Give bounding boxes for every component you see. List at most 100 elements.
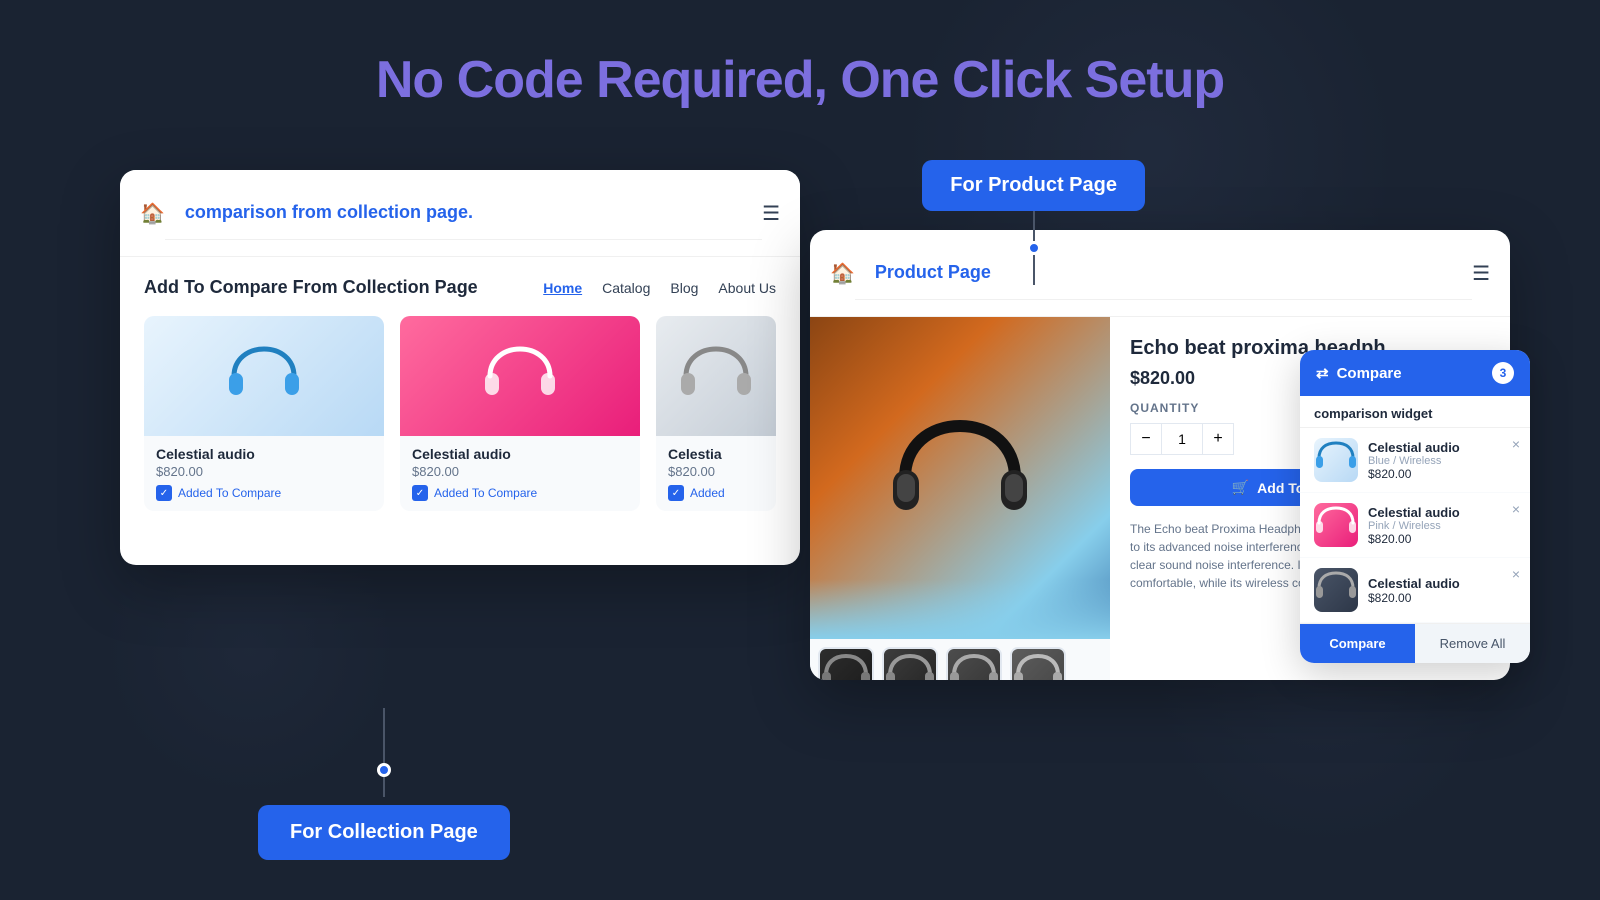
product-info-2: Celestial audio $820.00 Added To Compare — [400, 436, 640, 511]
main-content: 🏠 comparison from collection page. ☰ Add… — [0, 150, 1600, 870]
product-img-1 — [144, 316, 384, 436]
page-title: No Code Required, One Click Setup — [0, 50, 1600, 110]
compare-widget: ⇄ Compare 3 comparison widget Celestial … — [1300, 350, 1530, 663]
product-name-1: Celestial audio — [156, 446, 372, 462]
compare-item-name-3: Celestial audio — [1368, 576, 1460, 591]
thumb-2[interactable] — [882, 647, 938, 680]
thumb-headphone-1 — [820, 649, 872, 680]
connector-line-product-bottom2 — [1033, 255, 1035, 285]
product-name-3: Celestia — [668, 446, 764, 462]
headphone-icon-white — [676, 341, 756, 411]
compare-headphone-icon-2 — [1314, 503, 1358, 543]
cart-icon: 🛒 — [1232, 479, 1249, 496]
thumb-headphone-2 — [884, 649, 936, 680]
connector-dot-product — [1027, 241, 1041, 255]
collection-page-card: 🏠 comparison from collection page. ☰ Add… — [120, 170, 800, 565]
product-price-1: $820.00 — [156, 464, 372, 479]
nav-link-about[interactable]: About Us — [718, 280, 776, 296]
title-plain: No Code Required, One — [376, 51, 952, 109]
thumb-headphone-4 — [1012, 649, 1064, 680]
compare-widget-footer: Compare Remove All — [1300, 623, 1530, 663]
nav-link-blog[interactable]: Blog — [670, 280, 698, 296]
compare-item-info-3: Celestial audio $820.00 — [1368, 576, 1460, 605]
collection-nav-links: Home Catalog Blog About Us — [543, 280, 776, 296]
compare-item-img-2 — [1314, 503, 1358, 547]
nav-link-catalog[interactable]: Catalog — [602, 280, 650, 296]
compare-item-close-3[interactable]: × — [1512, 566, 1520, 582]
connector-line-product-bottom — [1033, 211, 1035, 241]
product-hero-image — [810, 317, 1110, 639]
compare-item-close-2[interactable]: × — [1512, 501, 1520, 517]
collection-product-2: Celestial audio $820.00 Added To Compare — [400, 316, 640, 511]
thumb-4[interactable] — [1010, 647, 1066, 680]
headphone-icon-pink — [480, 341, 560, 411]
quantity-decrease-btn[interactable]: − — [1130, 423, 1162, 455]
product-price-2: $820.00 — [412, 464, 628, 479]
compare-check-1 — [156, 485, 172, 501]
collection-card-body: Add To Compare From Collection Page Home… — [120, 257, 800, 531]
compare-item-variant-2: Pink / Wireless — [1368, 520, 1460, 532]
product-hamburger-icon[interactable]: ☰ — [1472, 261, 1490, 286]
connector-dot-collection — [377, 763, 391, 777]
cw-compare-button[interactable]: Compare — [1300, 624, 1415, 663]
compare-item-name-1: Celestial audio — [1368, 440, 1460, 455]
page-header: No Code Required, One Click Setup — [0, 0, 1600, 150]
compare-widget-title: comparison widget — [1300, 396, 1530, 428]
collection-navbar-title: comparison from collection page. — [165, 186, 762, 240]
cw-remove-all-button[interactable]: Remove All — [1415, 624, 1530, 663]
compare-item-info-2: Celestial audio Pink / Wireless $820.00 — [1368, 505, 1460, 546]
product-img-2 — [400, 316, 640, 436]
collection-inner-header: Add To Compare From Collection Page Home… — [144, 277, 776, 298]
compare-item-name-2: Celestial audio — [1368, 505, 1460, 520]
compare-badge-3: Added — [668, 485, 764, 501]
compare-item-price-3: $820.00 — [1368, 591, 1460, 605]
compare-badge-2: Added To Compare — [412, 485, 628, 501]
compare-item-price-1: $820.00 — [1368, 467, 1460, 481]
compare-item-variant-1: Blue / Wireless — [1368, 455, 1460, 467]
quantity-increase-btn[interactable]: + — [1202, 423, 1234, 455]
collection-inner-title: Add To Compare From Collection Page — [144, 277, 478, 298]
compare-headphone-icon-1 — [1314, 438, 1358, 478]
connector-line-collection-top — [383, 708, 385, 763]
product-home-icon[interactable]: 🏠 — [830, 261, 855, 286]
product-name-2: Celestial audio — [412, 446, 628, 462]
compare-item-1: Celestial audio Blue / Wireless $820.00 … — [1300, 428, 1530, 493]
nav-link-home[interactable]: Home — [543, 280, 582, 296]
product-navbar: 🏠 Product Page ☰ — [810, 230, 1510, 317]
compare-item-img-3 — [1314, 568, 1358, 612]
compare-item-2: Celestial audio Pink / Wireless $820.00 … — [1300, 493, 1530, 558]
collection-page-button[interactable]: For Collection Page — [258, 805, 510, 860]
compare-widget-btn[interactable]: ⇄ Compare 3 — [1300, 350, 1530, 396]
compare-check-3 — [668, 485, 684, 501]
compare-count-badge: 3 — [1492, 362, 1514, 384]
compare-btn-label: Compare — [1337, 365, 1402, 382]
thumb-3[interactable] — [946, 647, 1002, 680]
hamburger-icon[interactable]: ☰ — [762, 201, 780, 226]
quantity-value: 1 — [1162, 423, 1202, 455]
compare-item-info-1: Celestial audio Blue / Wireless $820.00 — [1368, 440, 1460, 481]
thumb-1[interactable] — [818, 647, 874, 680]
title-highlight: Click Setup — [952, 51, 1224, 109]
collection-product-grid: Celestial audio $820.00 Added To Compare — [144, 316, 776, 511]
collection-product-1: Celestial audio $820.00 Added To Compare — [144, 316, 384, 511]
connector-line-collection-bottom — [383, 777, 385, 797]
home-icon[interactable]: 🏠 — [140, 201, 165, 226]
product-img-3 — [656, 316, 776, 436]
product-price-3: $820.00 — [668, 464, 764, 479]
product-headphone-hero-icon — [885, 408, 1035, 548]
compare-check-2 — [412, 485, 428, 501]
product-page-button[interactable]: For Product Page — [922, 160, 1145, 211]
headphone-icon-blue — [224, 341, 304, 411]
compare-item-3: Celestial audio $820.00 × — [1300, 558, 1530, 623]
thumb-headphone-3 — [948, 649, 1000, 680]
product-thumbnails — [810, 639, 1110, 680]
compare-item-close-1[interactable]: × — [1512, 436, 1520, 452]
compare-headphone-icon-3 — [1314, 568, 1358, 608]
compare-badge-label-2: Added To Compare — [434, 486, 537, 500]
compare-sliders-icon: ⇄ — [1316, 364, 1329, 382]
compare-badge-label-1: Added To Compare — [178, 486, 281, 500]
compare-badge-label-3: Added — [690, 486, 725, 500]
product-info-3: Celestia $820.00 Added — [656, 436, 776, 511]
product-info-1: Celestial audio $820.00 Added To Compare — [144, 436, 384, 511]
collection-product-3: Celestia $820.00 Added — [656, 316, 776, 511]
